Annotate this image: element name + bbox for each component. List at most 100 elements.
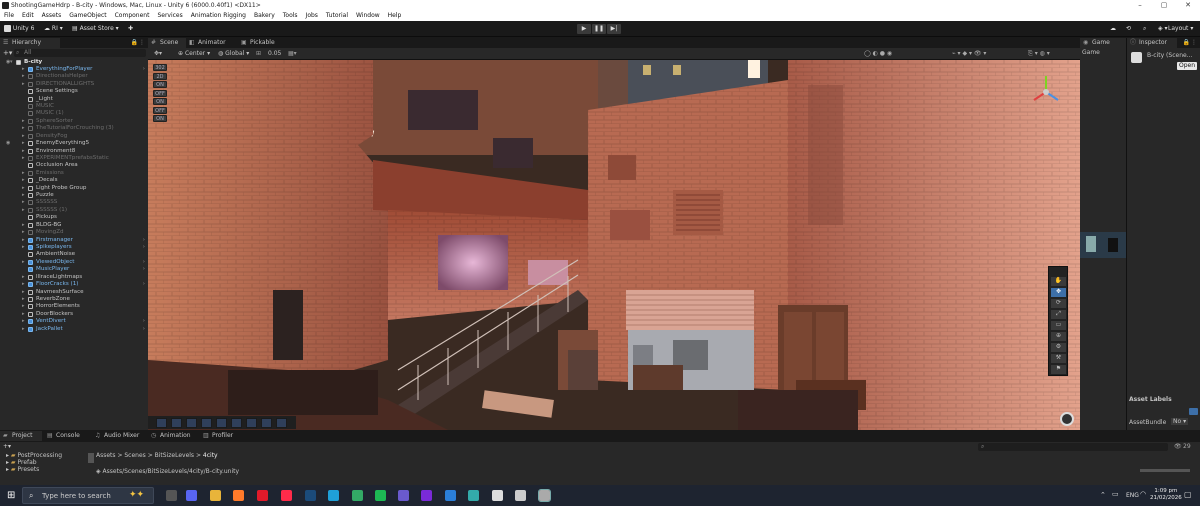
hierarchy-item[interactable]: MUSIC bbox=[0, 103, 148, 111]
menu-services[interactable]: Services bbox=[153, 11, 186, 21]
hierarchy-item[interactable]: ▸ DirectionalsHelper bbox=[0, 73, 148, 81]
lock-icon[interactable]: 🔒 bbox=[1183, 39, 1190, 46]
menu-jobs[interactable]: Jobs bbox=[302, 11, 322, 21]
chevron-right-icon[interactable]: › bbox=[143, 237, 145, 245]
opera-icon[interactable] bbox=[257, 490, 268, 501]
hierarchy-item[interactable]: ▸ SphereSorter bbox=[0, 118, 148, 126]
hierarchy-item[interactable]: ▸ HorrorElements bbox=[0, 303, 148, 311]
scene-overlay-toggle[interactable]: 302 bbox=[153, 64, 167, 71]
hierarchy-item[interactable]: ▸ SSSSSS bbox=[0, 199, 148, 207]
space-dropdown[interactable]: ◍ Global ▾ bbox=[218, 50, 249, 57]
orientation-gizmo[interactable] bbox=[1026, 72, 1066, 112]
expand-icon[interactable]: ▸ bbox=[22, 73, 25, 81]
more-options-icon[interactable]: ⋮ bbox=[139, 39, 145, 46]
discord-icon[interactable] bbox=[186, 490, 197, 501]
tab-profiler[interactable]: ▥ Profiler bbox=[200, 431, 248, 441]
hierarchy-item[interactable]: ▸ Environment8 bbox=[0, 148, 148, 156]
language-indicator[interactable]: ENG bbox=[1126, 492, 1139, 499]
tree-item[interactable]: ▸ ▰ Prefab bbox=[6, 459, 62, 466]
hierarchy-item[interactable]: Pickups bbox=[0, 214, 148, 222]
tab-project[interactable]: ▰ Project bbox=[0, 431, 42, 441]
wifi-icon[interactable]: ◠ bbox=[1140, 490, 1146, 498]
hierarchy-item[interactable]: ▸ DoorBlockers bbox=[0, 311, 148, 319]
expand-icon[interactable]: ▸ bbox=[22, 259, 25, 267]
hierarchy-item[interactable]: ▸ JackPallet › bbox=[0, 326, 148, 334]
hierarchy-item[interactable]: ▸ EXPERIMENTprefabsStatic bbox=[0, 155, 148, 163]
scene-overlay-toggle[interactable]: OFF bbox=[153, 89, 167, 97]
history-icon[interactable]: ⟲ bbox=[1126, 24, 1136, 34]
add-icon[interactable]: +▾ bbox=[3, 49, 12, 57]
terrain-tool-icon[interactable] bbox=[216, 418, 227, 428]
transform-tool-icon[interactable]: ⊕ bbox=[1051, 332, 1066, 341]
hierarchy-search-input[interactable]: ⌕ All bbox=[14, 49, 146, 57]
probe-tool-icon[interactable] bbox=[276, 418, 287, 428]
grid-snap-icon[interactable] bbox=[186, 418, 197, 428]
project-search-input[interactable]: ⌕ bbox=[978, 443, 1168, 451]
hierarchy-item[interactable]: ▸ Puzzle bbox=[0, 192, 148, 200]
tool-settings-icon[interactable]: ⚑ bbox=[1051, 365, 1066, 374]
move-tool-icon[interactable] bbox=[171, 418, 182, 428]
asset-bundle-dropdown[interactable]: No ▾ bbox=[1171, 418, 1189, 425]
hierarchy-item[interactable]: ▸ EverythingForPlayer › bbox=[0, 66, 148, 74]
expand-icon[interactable]: ▸ bbox=[22, 311, 25, 319]
more-options-icon[interactable]: ⋮ bbox=[1191, 39, 1197, 46]
tab-console[interactable]: ▤ Console bbox=[44, 431, 86, 441]
hierarchy-item[interactable]: ▸ DensityFog bbox=[0, 133, 148, 141]
scene-overlay-toggle[interactable]: OFF bbox=[153, 106, 167, 114]
play-icon[interactable]: ▶ bbox=[577, 24, 591, 34]
pan-tool-icon[interactable] bbox=[246, 418, 257, 428]
expand-icon[interactable]: ▸ bbox=[22, 289, 25, 297]
hierarchy-item[interactable]: ▸ Light Probe Group bbox=[0, 185, 148, 193]
cloud-icon[interactable]: ☁ bbox=[1110, 24, 1120, 34]
tree-item[interactable]: ▸ ▰ PostProcessing bbox=[6, 452, 62, 459]
hierarchy-root-scene[interactable]: ▾ B-city bbox=[0, 59, 148, 67]
unity-editor-icon[interactable] bbox=[538, 489, 551, 502]
edge-icon[interactable] bbox=[328, 490, 339, 501]
hierarchy-item[interactable]: ▸ ReverbZone bbox=[0, 296, 148, 304]
chevron-right-icon[interactable]: › bbox=[143, 318, 145, 326]
hierarchy-item[interactable]: AmbientNoise bbox=[0, 251, 148, 259]
hierarchy-item[interactable]: ▸ lllraceLightmaps bbox=[0, 274, 148, 282]
scene-overlay-toggle[interactable]: 2D bbox=[153, 72, 167, 80]
expand-icon[interactable]: ▸ bbox=[22, 229, 25, 237]
zoom-tool-icon[interactable] bbox=[231, 418, 242, 428]
menu-tutorial[interactable]: Tutorial bbox=[322, 11, 352, 21]
transform-tool-icon[interactable]: ✥▾ bbox=[154, 50, 162, 57]
expand-icon[interactable]: ▸ bbox=[22, 199, 25, 207]
tab-scene[interactable]: # Scene bbox=[148, 38, 186, 48]
clock[interactable]: 1:09 pm 21/02/2026 bbox=[1150, 488, 1182, 502]
hierarchy-item[interactable]: ▸ _Decals bbox=[0, 177, 148, 185]
hierarchy-item[interactable]: ▸ Spikeplayers › bbox=[0, 244, 148, 252]
hierarchy-item[interactable]: MUSIC (1) bbox=[0, 110, 148, 118]
steam-icon[interactable] bbox=[305, 490, 316, 501]
expand-icon[interactable]: ▸ bbox=[22, 244, 25, 252]
opera-gx-icon[interactable] bbox=[281, 490, 292, 501]
visibility-icon[interactable]: ◉ bbox=[6, 59, 10, 65]
windows-start-icon[interactable]: ⊞ bbox=[7, 490, 15, 501]
chrome-icon[interactable] bbox=[210, 490, 221, 501]
hierarchy-item[interactable]: ▸ DIRECTIONALLIGHTS bbox=[0, 81, 148, 89]
tab-hierarchy[interactable]: ☰ Hierarchy bbox=[0, 38, 60, 48]
scene-viewport[interactable]: 302 2D ON OFF ON OFF ON ✋ ✥ ⟳ ⤢ ▭ ⊕ ⚙ ⚒ ⚑ bbox=[148, 60, 1080, 430]
hierarchy-item[interactable]: ▸ Firstmanager › bbox=[0, 237, 148, 245]
todo-icon[interactable] bbox=[445, 490, 456, 501]
xbox-icon[interactable] bbox=[421, 490, 432, 501]
custom-tool-icon[interactable]: ⚙ bbox=[1051, 343, 1066, 352]
hierarchy-item[interactable]: Scene Settings bbox=[0, 88, 148, 96]
scale-tool-icon[interactable]: ⤢ bbox=[1051, 310, 1066, 319]
spotify-icon[interactable] bbox=[375, 490, 386, 501]
expand-icon[interactable]: ▸ bbox=[22, 281, 25, 289]
task-view-icon[interactable] bbox=[166, 490, 177, 501]
expand-icon[interactable]: ▸ bbox=[22, 66, 25, 74]
breadcrumb-item[interactable]: 4city bbox=[203, 452, 218, 459]
menu-assets[interactable]: Assets bbox=[38, 11, 66, 21]
expand-icon[interactable]: ▾ bbox=[10, 59, 13, 67]
maximize-button[interactable]: ▢ bbox=[1152, 0, 1176, 11]
expand-icon[interactable]: ▸ bbox=[22, 177, 25, 185]
expand-icon[interactable]: ▸ bbox=[22, 140, 25, 148]
unity-account-button[interactable]: Unity 6 bbox=[4, 24, 38, 34]
menu-help[interactable]: Help bbox=[384, 11, 406, 21]
hierarchy-item[interactable]: ▸ Emissions bbox=[0, 170, 148, 178]
hierarchy-item[interactable]: ▸ TheTutorialForCrouching (3) bbox=[0, 125, 148, 133]
menu-bakery[interactable]: Bakery bbox=[250, 11, 279, 21]
